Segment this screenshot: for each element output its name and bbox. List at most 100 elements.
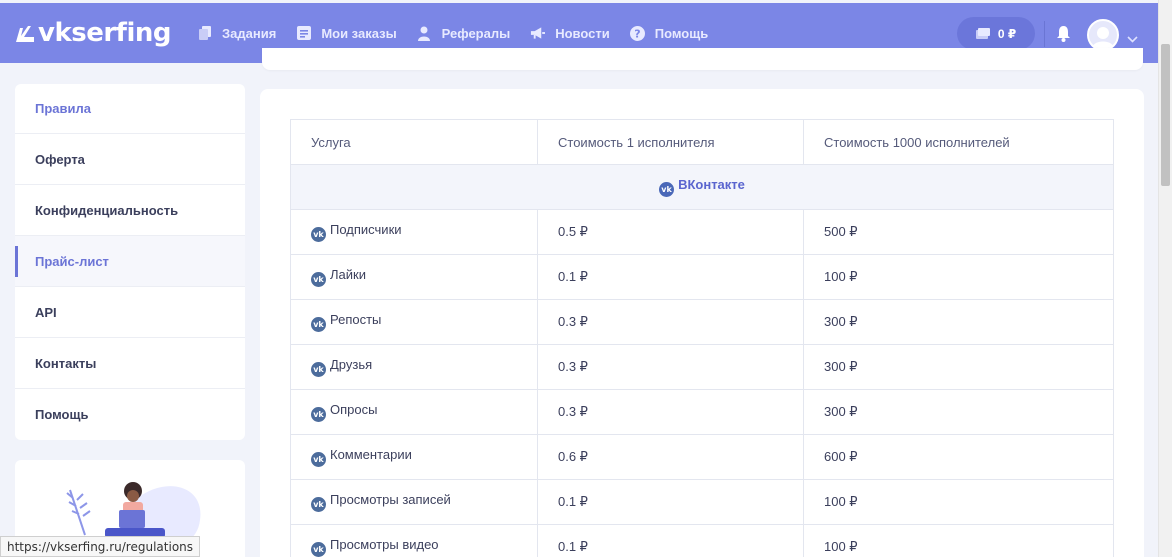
nav-item-orders[interactable]: Мои заказы bbox=[296, 25, 397, 41]
table-row: vk Комментарии 0.6 ₽ 600 ₽ bbox=[290, 434, 1114, 480]
service-cell: vk Лайки bbox=[290, 254, 538, 300]
service-cell: vk Репосты bbox=[290, 299, 538, 345]
sidebar-item-label: Оферта bbox=[35, 151, 85, 167]
nav-item-news[interactable]: Новости bbox=[530, 26, 610, 41]
table-row: vk Подписчики 0.5 ₽ 500 ₽ bbox=[290, 209, 1114, 255]
sidebar-item-label: Правила bbox=[35, 101, 91, 116]
column-header-price-1: Стоимость 1 исполнителя bbox=[537, 119, 804, 165]
group-label: ВКонтакте bbox=[678, 177, 745, 192]
price-1000-cell: 300 ₽ bbox=[803, 344, 1114, 390]
nav-item-label: Помощь bbox=[654, 25, 709, 41]
logo-mark-icon bbox=[16, 26, 34, 42]
price-1000-cell: 300 ₽ bbox=[803, 389, 1114, 435]
price-1-cell: 0.1 ₽ bbox=[537, 254, 804, 300]
group-cell: vk ВКонтакте bbox=[290, 164, 1114, 210]
service-cell: vk Просмотры записей bbox=[290, 479, 538, 525]
service-name: Просмотры видео bbox=[330, 537, 439, 552]
service-name: Репосты bbox=[330, 312, 382, 327]
table-row: vk Просмотры видео 0.1 ₽ 100 ₽ bbox=[290, 524, 1114, 557]
copy-icon bbox=[197, 26, 212, 41]
service-cell: vk Комментарии bbox=[290, 434, 538, 480]
nav-item-label: Мои заказы bbox=[321, 25, 397, 41]
price-1-cell: 0.6 ₽ bbox=[537, 434, 804, 480]
top-card-edge bbox=[262, 48, 1143, 70]
question-icon: ? bbox=[629, 25, 645, 41]
list-icon bbox=[296, 26, 311, 41]
service-name: Комментарии bbox=[330, 447, 412, 462]
service-name: Опросы bbox=[330, 402, 378, 417]
svg-text:?: ? bbox=[634, 27, 640, 40]
price-1000-cell: 300 ₽ bbox=[803, 299, 1114, 345]
service-name: Друзья bbox=[330, 357, 373, 372]
balance-button[interactable]: 0 ₽ bbox=[957, 17, 1035, 50]
vk-icon: vk bbox=[311, 452, 326, 467]
avatar-user-icon bbox=[1092, 27, 1114, 49]
price-1-cell: 0.5 ₽ bbox=[537, 209, 804, 255]
service-name: Просмотры записей bbox=[330, 492, 451, 507]
price-1-cell: 0.1 ₽ bbox=[537, 479, 804, 525]
price-table: Услуга Стоимость 1 исполнителя Стоимость… bbox=[290, 119, 1114, 557]
sidebar-item-privacy[interactable]: Конфиденциальность bbox=[15, 185, 245, 236]
table-row: vk Опросы 0.3 ₽ 300 ₽ bbox=[290, 389, 1114, 435]
megaphone-icon bbox=[530, 26, 546, 41]
vk-icon: vk bbox=[311, 407, 326, 422]
table-row: vk Репосты 0.3 ₽ 300 ₽ bbox=[290, 299, 1114, 345]
sidebar-item-rules[interactable]: Правила bbox=[15, 84, 245, 134]
main-nav: Задания Мои заказы Рефералы Новости ? По… bbox=[197, 25, 728, 41]
group-row-vkontakte: vk ВКонтакте bbox=[290, 164, 1114, 210]
price-list-card: Услуга Стоимость 1 исполнителя Стоимость… bbox=[260, 89, 1144, 557]
nav-item-label: Рефералы bbox=[441, 25, 511, 41]
avatar[interactable] bbox=[1087, 19, 1119, 51]
bell-icon[interactable] bbox=[1056, 26, 1071, 47]
scrollbar-thumb[interactable] bbox=[1161, 44, 1170, 186]
page-scrollbar[interactable] bbox=[1158, 0, 1172, 557]
vk-icon: vk bbox=[311, 317, 326, 332]
logo-text: vkserfing bbox=[38, 18, 172, 48]
balance-amount: 0 ₽ bbox=[997, 26, 1017, 41]
nav-item-help[interactable]: ? Помощь bbox=[629, 25, 709, 41]
price-1000-cell: 100 ₽ bbox=[803, 479, 1114, 525]
navbar-divider bbox=[1044, 21, 1045, 47]
price-1-cell: 0.3 ₽ bbox=[537, 299, 804, 345]
price-1000-cell: 600 ₽ bbox=[803, 434, 1114, 480]
vk-icon: vk bbox=[311, 497, 326, 512]
table-row: vk Лайки 0.1 ₽ 100 ₽ bbox=[290, 254, 1114, 300]
sidebar: Правила Оферта Конфиденциальность Прайс-… bbox=[15, 84, 245, 440]
vk-icon: vk bbox=[311, 272, 326, 287]
service-name: Подписчики bbox=[330, 222, 402, 237]
nav-item-referrals[interactable]: Рефералы bbox=[417, 25, 511, 41]
sidebar-item-offer[interactable]: Оферта bbox=[15, 134, 245, 185]
service-cell: vk Опросы bbox=[290, 389, 538, 435]
price-1000-cell: 100 ₽ bbox=[803, 254, 1114, 300]
vk-icon: vk bbox=[659, 182, 675, 197]
sidebar-item-price-list[interactable]: Прайс-лист bbox=[15, 236, 245, 287]
vk-icon: vk bbox=[311, 542, 326, 557]
chevron-down-icon[interactable] bbox=[1127, 30, 1138, 48]
column-header-service: Услуга bbox=[290, 119, 538, 165]
table-row: vk Друзья 0.3 ₽ 300 ₽ bbox=[290, 344, 1114, 390]
service-cell: vk Подписчики bbox=[290, 209, 538, 255]
logo[interactable]: vkserfing bbox=[14, 18, 172, 48]
service-cell: vk Просмотры видео bbox=[290, 524, 538, 557]
table-row: vk Просмотры записей 0.1 ₽ 100 ₽ bbox=[290, 479, 1114, 525]
table-header-row: Услуга Стоимость 1 исполнителя Стоимость… bbox=[290, 119, 1114, 165]
status-url: https://vkserfing.ru/regulations bbox=[0, 536, 201, 557]
nav-item-label: Задания bbox=[222, 25, 277, 41]
sidebar-item-contacts[interactable]: Контакты bbox=[15, 338, 245, 389]
service-cell: vk Друзья bbox=[290, 344, 538, 390]
nav-item-tasks[interactable]: Задания bbox=[197, 26, 276, 41]
price-1-cell: 0.3 ₽ bbox=[537, 389, 804, 435]
sidebar-item-label: Помощь bbox=[35, 407, 89, 422]
price-1-cell: 0.3 ₽ bbox=[537, 344, 804, 390]
column-header-price-1000: Стоимость 1000 исполнителей bbox=[803, 119, 1114, 165]
vk-icon: vk bbox=[311, 227, 326, 242]
sidebar-item-label: Прайс-лист bbox=[35, 253, 109, 269]
sidebar-item-help[interactable]: Помощь bbox=[15, 389, 245, 440]
price-1-cell: 0.1 ₽ bbox=[537, 524, 804, 557]
sidebar-item-label: Контакты bbox=[35, 355, 97, 371]
price-1000-cell: 500 ₽ bbox=[803, 209, 1114, 255]
sidebar-item-label: API bbox=[35, 304, 57, 320]
price-1000-cell: 100 ₽ bbox=[803, 524, 1114, 557]
user-icon bbox=[417, 26, 432, 41]
sidebar-item-api[interactable]: API bbox=[15, 287, 245, 338]
